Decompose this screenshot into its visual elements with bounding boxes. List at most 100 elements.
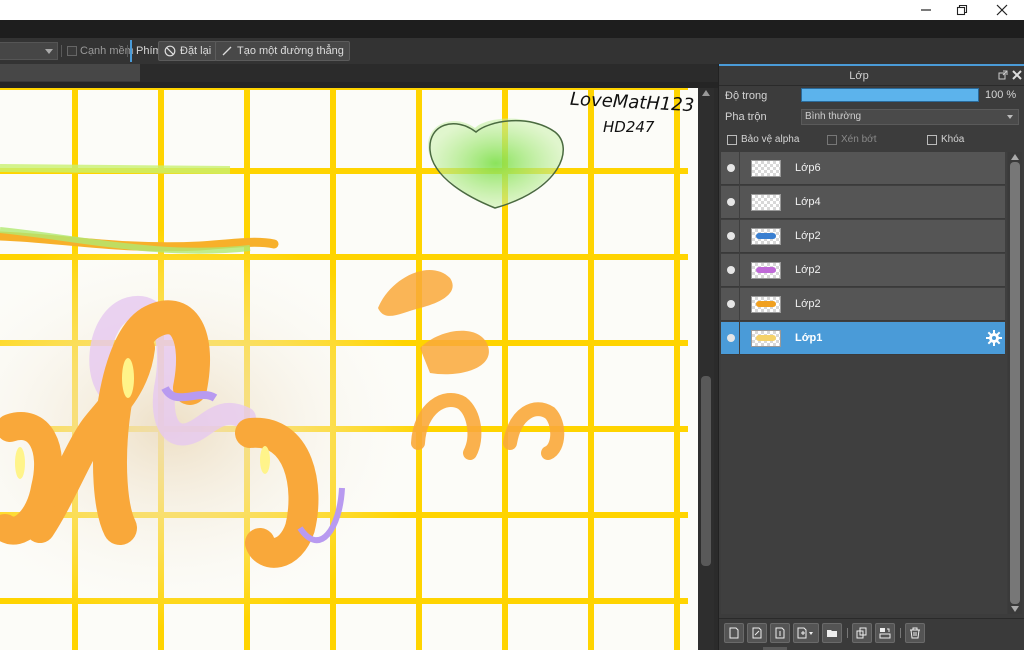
antialias-label: Cạnh mềm [80, 45, 134, 57]
new-halftone-layer-icon [775, 627, 785, 639]
row-divider [739, 322, 740, 355]
reset-button[interactable]: Đặt lại [158, 41, 218, 61]
layer-row[interactable]: Lớp2 [721, 288, 1005, 321]
blend-mode-value: Bình thường [805, 111, 862, 122]
straight-line-button-label: Tạo một đường thẳng [237, 45, 344, 57]
scroll-up-icon[interactable] [1011, 154, 1019, 160]
layer-row[interactable]: Lớp2 [721, 220, 1005, 253]
lock-checkbox[interactable] [927, 135, 937, 145]
scroll-up-icon[interactable] [702, 90, 710, 96]
toolbar-accent-divider [130, 40, 132, 62]
merge-down-icon [879, 628, 891, 639]
prohibit-icon [164, 45, 176, 57]
row-divider [739, 254, 740, 287]
visibility-icon[interactable] [727, 334, 735, 342]
delete-layer-button[interactable] [905, 623, 925, 643]
heart-shape [427, 118, 564, 208]
layer-name: Lớp2 [795, 230, 821, 242]
thumbnail-mark [756, 301, 776, 307]
duplicate-layer-button[interactable] [852, 623, 872, 643]
layer-list-scrollbar[interactable] [1008, 152, 1022, 614]
row-divider [739, 186, 740, 219]
menu-strip [0, 20, 1024, 38]
scroll-down-icon[interactable] [1011, 606, 1019, 612]
green-stroke [0, 164, 231, 174]
layer-thumbnail [751, 330, 781, 347]
highlight [260, 446, 270, 474]
scrollbar-thumb[interactable] [701, 376, 711, 566]
clipping-checkbox[interactable] [827, 135, 837, 145]
row-divider [739, 288, 740, 321]
brush-blob [378, 269, 453, 316]
layer-row[interactable]: Lớp6 [721, 152, 1005, 185]
opacity-slider[interactable] [801, 88, 979, 102]
toolbar-divider [61, 45, 62, 57]
layer-name: Lớp6 [795, 162, 821, 174]
close-icon[interactable] [984, 0, 1020, 20]
footer-divider [900, 628, 901, 638]
drawing-canvas[interactable]: LoveMatH123 HD247 [0, 88, 698, 650]
reset-button-label: Đặt lại [180, 45, 212, 57]
toolbar-divider [127, 45, 128, 57]
layer-row[interactable]: Lớp4 [721, 186, 1005, 219]
thumbnail-mark [756, 267, 776, 273]
close-panel-icon[interactable] [1012, 70, 1022, 83]
new-folder-button[interactable] [822, 623, 842, 643]
layer-row[interactable]: Lớp2 [721, 254, 1005, 287]
brush-size-select[interactable] [0, 42, 58, 60]
new-raster-layer-button[interactable] [724, 623, 744, 643]
canvas-area: LoveMatH123 HD247 [0, 64, 718, 650]
brush-arc [503, 402, 565, 460]
tool-property-bar: Cạnh mềm Phím Đặt lại Tạo một đường thẳn… [0, 38, 1024, 64]
visibility-icon[interactable] [727, 300, 735, 308]
protect-alpha-checkbox[interactable] [727, 135, 737, 145]
restore-icon[interactable] [944, 0, 980, 20]
thumbnail-mark [756, 335, 776, 341]
opacity-value: 100 % [985, 89, 1017, 101]
layer-panel-footer [719, 618, 1024, 650]
thumbnail-mark [756, 233, 776, 239]
layer-panel: Lớp Độ trong 100 % Pha trộn Bình thường … [718, 64, 1024, 650]
chevron-down-icon [45, 49, 53, 54]
new-vector-layer-icon [752, 627, 762, 639]
straight-line-button[interactable]: Tạo một đường thẳng [215, 41, 350, 61]
visibility-icon[interactable] [727, 266, 735, 274]
clipping-label: Xén bớt [841, 134, 877, 145]
window-titlebar [0, 0, 1024, 20]
antialias-checkbox[interactable] [67, 46, 77, 56]
merge-down-button[interactable] [875, 623, 895, 643]
brush-blob [420, 330, 489, 375]
line-icon [222, 46, 232, 56]
float-panel-icon[interactable] [998, 70, 1008, 83]
layer-thumbnail [751, 160, 781, 177]
delete-layer-icon [910, 627, 920, 639]
add-layer-menu-button[interactable] [793, 623, 819, 643]
layer-name: Lớp1 [795, 332, 823, 344]
layer-list: Lớp6 Lớp4 Lớp2 Lớp2 Lớp2 Lớp1 [721, 152, 1007, 614]
blend-mode-select[interactable]: Bình thường [801, 109, 1019, 125]
scrollbar-thumb[interactable] [1010, 162, 1020, 604]
blend-mode-label: Pha trộn [725, 111, 767, 123]
visibility-icon[interactable] [727, 164, 735, 172]
canvas-document-tab[interactable] [0, 64, 140, 82]
lock-label: Khóa [941, 134, 965, 145]
layer-row[interactable]: Lớp1 [721, 322, 1005, 355]
layer-name: Lớp2 [795, 298, 821, 310]
protect-alpha-label: Bảo vệ alpha [741, 134, 800, 145]
canvas-vertical-scrollbar[interactable] [698, 88, 714, 650]
layer-thumbnail [751, 262, 781, 279]
visibility-icon[interactable] [727, 232, 735, 240]
row-divider [739, 152, 740, 185]
new-vector-layer-button[interactable] [747, 623, 767, 643]
highlight [122, 358, 134, 398]
layer-thumbnail [751, 296, 781, 313]
visibility-icon[interactable] [727, 198, 735, 206]
gear-icon[interactable] [985, 329, 1003, 347]
handwriting-line-2: HD247 [603, 118, 655, 136]
new-halftone-layer-button[interactable] [770, 623, 790, 643]
minimize-icon[interactable] [908, 0, 944, 20]
duplicate-layer-icon [856, 627, 867, 639]
artwork [0, 118, 565, 628]
layer-thumbnail [751, 228, 781, 245]
layer-panel-header: Lớp [719, 64, 1024, 86]
